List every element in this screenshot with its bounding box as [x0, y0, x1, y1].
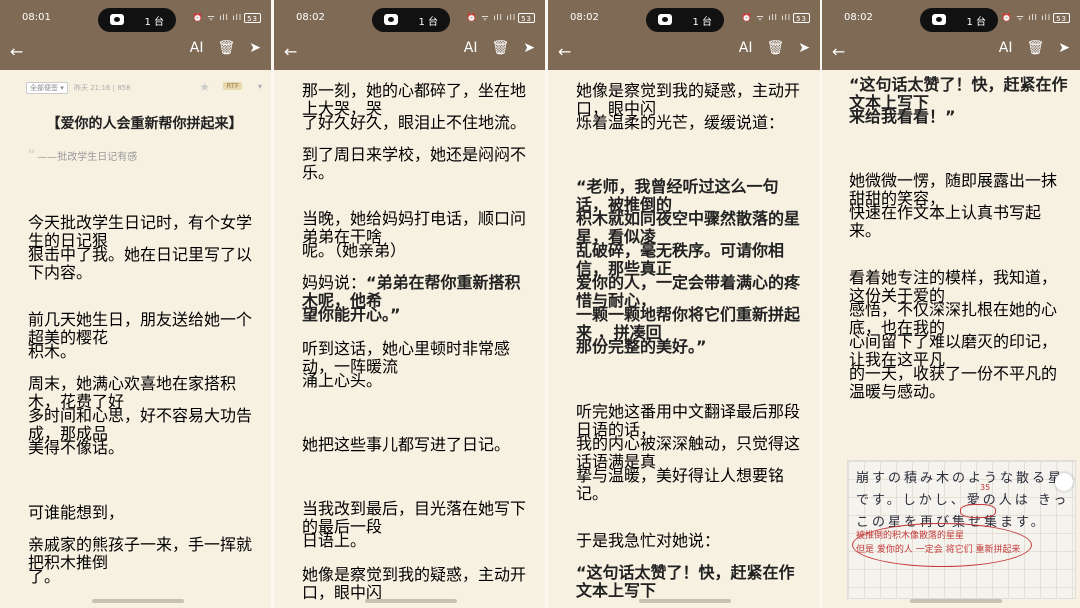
text-line: 来给我看看！” [849, 107, 956, 126]
note-header: 全部便签 ▾ 昨天 21:16 | 858 ★ RTF ▾ [26, 80, 266, 96]
dynamic-island[interactable]: 1 台 [646, 8, 724, 32]
back-arrow-icon[interactable]: ← [832, 42, 845, 61]
text-line: 美得不像话。 [28, 438, 125, 457]
text-line: 挚与温暖，美好得让人想要铭记。 [576, 466, 785, 503]
island-count: 1 台 [144, 17, 164, 28]
delete-icon[interactable]: 🗑 [217, 40, 235, 56]
send-icon[interactable]: ➤ [249, 40, 261, 56]
island-count: 1 台 [418, 17, 438, 28]
ai-button[interactable]: AI [190, 40, 204, 56]
battery-icon: 53 [1053, 12, 1070, 23]
dynamic-island[interactable]: 1 台 [372, 8, 450, 32]
folder-dropdown[interactable]: 全部便签 ▾ [26, 82, 68, 94]
back-arrow-icon[interactable]: ← [10, 42, 23, 61]
camera-icon [384, 14, 398, 25]
signal-icon: ⏰ ᯤ ıll ıll [466, 13, 517, 22]
signal-icon: ⏰ ᯤ ıll ıll [1001, 13, 1052, 22]
text-line: 亲戚家的熊孩子一来，手一挥就把积木推倒 [28, 535, 253, 572]
screenshot-collage: 08:01 1 台 ⏰ ᯤ ıll ıll 53 ← AI 🗑 ➤ 全部便签 ▾ 昨天… [0, 0, 1080, 608]
status-icons: ⏰ ᯤ ıll ıll 53 [467, 12, 535, 23]
text-line: 快速在作文本上认真书写起来。 [849, 203, 1042, 240]
camera-icon [932, 14, 946, 25]
battery-icon: 53 [518, 12, 535, 23]
status-time: 08:02 [570, 12, 599, 23]
battery-icon: 53 [793, 12, 810, 23]
note-meta: 昨天 21:16 | 858 [73, 84, 131, 92]
text-line: 日语上。 [302, 531, 367, 550]
text-line: 积木。 [28, 342, 77, 361]
rtf-badge: RTF [223, 82, 242, 90]
ai-button[interactable]: AI [464, 40, 478, 56]
note-title: 【爱你的人会重新帮你拼起来】 [46, 116, 243, 132]
text-line: “这句话太赞了！快，赶紧在作文本上写下 [576, 563, 795, 600]
image-resize-handle[interactable] [1055, 473, 1073, 491]
text-line: 到了周日来学校，她还是闷闷不乐。 [302, 145, 527, 182]
handwritten-japanese-line: 崩すの積み木のような散る星 [856, 471, 1065, 486]
phone-panel-3: 08:02 1 台 ⏰ ᯤ ıll ıll 53 ← AI 🗑 ➤ 她像是察觉到我的疑… [548, 0, 820, 608]
signal-icon: ⏰ ᯤ ıll ıll [192, 13, 243, 22]
send-icon[interactable]: ➤ [798, 40, 810, 56]
text-line: 的一天，收获了一份不平凡的温暖与感动。 [849, 364, 1058, 401]
status-time: 08:01 [22, 12, 51, 23]
delete-icon[interactable]: 🗑 [766, 40, 784, 56]
delete-icon[interactable]: 🗑 [1026, 40, 1044, 56]
dynamic-island[interactable]: 1 台 [98, 8, 176, 32]
chevron-down-icon[interactable]: ▾ [258, 82, 262, 91]
quote-icon: “ [28, 148, 36, 164]
home-indicator[interactable] [92, 599, 184, 603]
status-icons: ⏰ ᯤ ıll ıll 53 [742, 12, 810, 23]
text-line: 她像是察觉到我的疑惑，主动开口，眼中闪 [302, 565, 527, 602]
status-icons: ⏰ ᯤ ıll ıll 53 [1002, 12, 1070, 23]
top-bar: 08:02 1 台 ⏰ ᯤ ıll ıll 53 ← AI 🗑 ➤ [548, 0, 820, 70]
handwritten-annotation: 35 [980, 483, 991, 492]
phone-panel-1: 08:01 1 台 ⏰ ᯤ ıll ıll 53 ← AI 🗑 ➤ 全部便签 ▾ 昨天… [0, 0, 271, 608]
ai-button[interactable]: AI [739, 40, 753, 56]
note-subtitle: “——批改学生日记有感 [28, 148, 138, 164]
send-icon[interactable]: ➤ [1058, 40, 1070, 56]
status-time: 08:02 [844, 12, 873, 23]
camera-icon [658, 14, 672, 25]
toolbar-actions: AI 🗑 ➤ [725, 40, 810, 56]
status-icons: ⏰ ᯤ ıll ıll 53 [193, 12, 261, 23]
phone-panel-2: 08:02 1 台 ⏰ ᯤ ıll ıll 53 ← AI 🗑 ➤ 那一刻，她的心都碎… [274, 0, 545, 608]
island-count: 1 台 [692, 17, 712, 28]
toolbar-actions: AI 🗑 ➤ [176, 40, 261, 56]
top-bar: 08:02 1 台 ⏰ ᯤ ıll ıll 53 ← AI 🗑 ➤ [822, 0, 1080, 70]
text-line: 了。 [28, 567, 61, 586]
toolbar-actions: AI 🗑 ➤ [985, 40, 1070, 56]
status-time: 08:02 [296, 12, 325, 23]
signal-icon: ⏰ ᯤ ıll ıll [741, 13, 792, 22]
handwriting-photo[interactable]: 崩すの積み木のような散る星 です。しかし、愛の人は きっ この星を再び集せ集ます… [847, 460, 1076, 599]
battery-icon: 53 [244, 12, 261, 23]
home-indicator[interactable] [639, 599, 731, 603]
back-arrow-icon[interactable]: ← [284, 42, 297, 61]
text-line: 了好久好久，眼泪止不住地流。 [302, 113, 527, 132]
text-line: 烁着温柔的光芒，缓缓说道： [576, 113, 785, 132]
send-icon[interactable]: ➤ [523, 40, 535, 56]
star-icon[interactable]: ★ [199, 80, 210, 94]
home-indicator[interactable] [365, 599, 457, 603]
text-line: 狠击中了我。她在日记里写了以下内容。 [28, 245, 253, 282]
back-arrow-icon[interactable]: ← [558, 42, 571, 61]
ai-button[interactable]: AI [999, 40, 1013, 56]
text-line: 望你能开心。” [302, 305, 401, 324]
text-line: 可谁能想到， [28, 503, 125, 522]
island-count: 1 台 [966, 17, 986, 28]
delete-icon[interactable]: 🗑 [491, 40, 509, 56]
red-underline-mark [960, 504, 996, 518]
text-line: 于是我急忙对她说： [576, 531, 721, 550]
dynamic-island[interactable]: 1 台 [920, 8, 998, 32]
home-indicator[interactable] [910, 599, 1002, 603]
top-bar: 08:02 1 台 ⏰ ᯤ ıll ıll 53 ← AI 🗑 ➤ [274, 0, 545, 70]
handwritten-chinese-note: 被推倒的积木像散落的星星 但是 爱你的人 一定会 将它们 重新拼起来 [856, 531, 1021, 555]
camera-icon [110, 14, 124, 25]
top-bar: 08:01 1 台 ⏰ ᯤ ıll ıll 53 ← AI 🗑 ➤ [0, 0, 271, 70]
text-line: 那份完整的美好。” [576, 337, 707, 356]
text-line: 呢。（她亲弟） [302, 241, 407, 260]
toolbar-actions: AI 🗑 ➤ [450, 40, 535, 56]
text-line: 她把这些事儿都写进了日记。 [302, 435, 511, 454]
text-line: 涌上心头。 [302, 371, 383, 390]
